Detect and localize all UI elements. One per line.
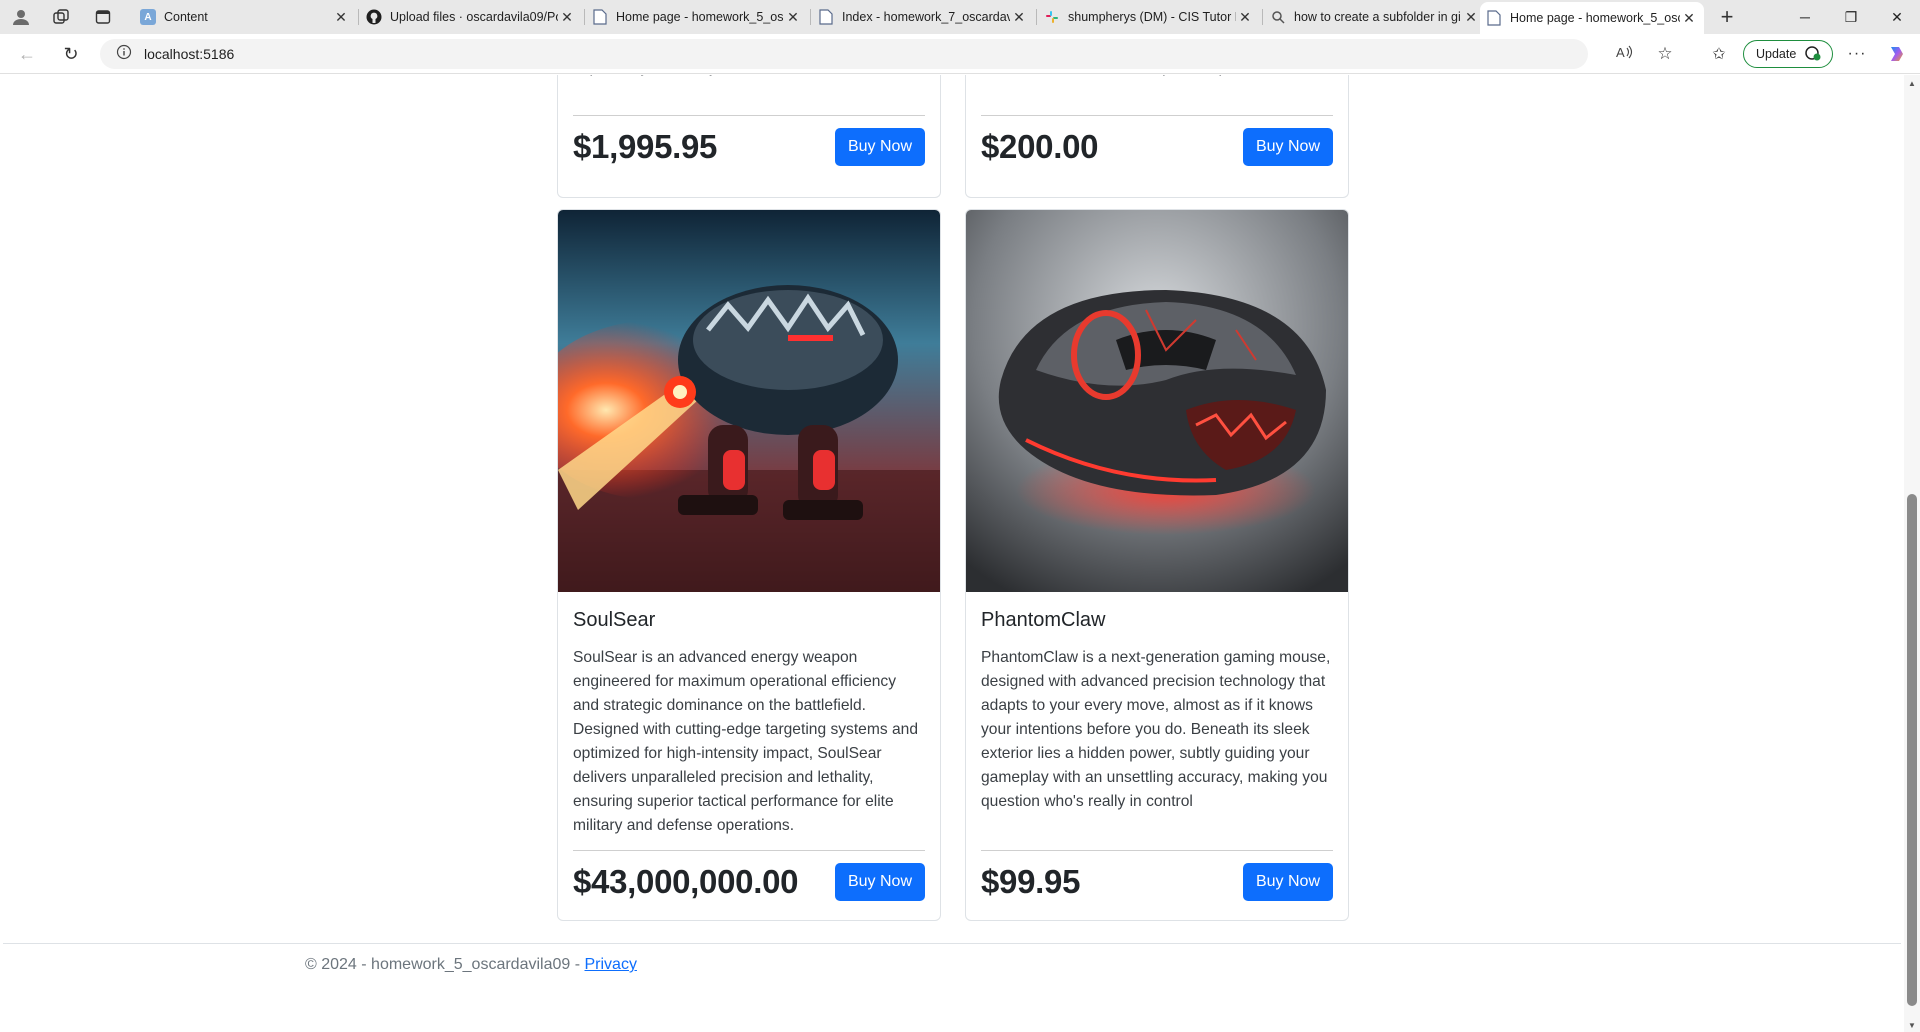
product-description: SoulSear is an advanced energy weapon en… [573, 649, 918, 834]
window-close-icon[interactable]: ✕ [1874, 0, 1920, 34]
product-description: thoughts as it weaves its influence into… [573, 75, 925, 101]
site-info-icon[interactable] [116, 44, 132, 65]
page-viewport: thoughts as it weaves its influence into… [0, 75, 1904, 1032]
product-title: PhantomClaw [981, 609, 1106, 631]
scrollbar-thumb[interactable] [1907, 494, 1917, 1006]
tab-actions-icon[interactable] [90, 5, 116, 29]
tab-home-page-active[interactable]: Home page - homework_5_osc ✕ [1480, 2, 1704, 34]
favorites-icon[interactable]: ✩ [1704, 40, 1734, 68]
page-footer: © 2024 - homework_5_oscardavila09 - Priv… [3, 943, 1901, 1032]
read-aloud-icon[interactable]: A [1616, 44, 1634, 65]
tab-github-upload[interactable]: Upload files · oscardavila09/Po ✕ [360, 2, 582, 32]
card-footer: $1,995.95 Buy Now [573, 115, 925, 177]
product-price: $99.95 [981, 862, 1081, 900]
product-image-soulsear [558, 210, 940, 592]
copilot-icon[interactable] [1882, 40, 1912, 68]
address-bar[interactable]: localhost:5186 A [100, 39, 1633, 69]
minimize-icon[interactable]: ─ [1782, 0, 1828, 34]
favorite-star-icon[interactable]: ☆ [1650, 40, 1680, 68]
close-icon[interactable]: ✕ [784, 9, 802, 26]
buy-now-button[interactable]: Buy Now [1243, 127, 1333, 166]
product-price: $1,995.95 [573, 127, 718, 165]
tab-search[interactable]: how to create a subfolder in gi ✕ [1264, 2, 1486, 32]
search-icon [1270, 9, 1286, 25]
buy-now-button[interactable]: Buy Now [1243, 862, 1333, 901]
page-icon [592, 9, 608, 25]
card-footer: $99.95 Buy Now [981, 850, 1333, 912]
tab-slack-dm[interactable]: shumpherys (DM) - CIS Tutor F ✕ [1038, 2, 1260, 32]
footer-text: © 2024 - homework_5_oscardavila09 - Priv… [305, 956, 637, 974]
page-icon [818, 9, 834, 25]
page-icon [1486, 10, 1502, 26]
tab-content[interactable]: A Content ✕ [134, 2, 356, 32]
tab-index[interactable]: Index - homework_7_oscardavi ✕ [812, 2, 1034, 32]
workspaces-icon[interactable] [48, 5, 74, 29]
product-card-soulsear: SoulSear SoulSear is an advanced energy … [557, 209, 941, 921]
card-footer: $43,000,000.00 Buy Now [573, 850, 925, 912]
github-icon [366, 9, 382, 25]
refresh-icon[interactable]: ↻ [56, 40, 86, 68]
azure-icon: A [140, 9, 156, 25]
close-icon[interactable]: ✕ [332, 9, 350, 26]
buy-now-button[interactable]: Buy Now [835, 127, 925, 166]
profile-icon[interactable] [8, 5, 34, 29]
close-icon[interactable]: ✕ [1010, 9, 1028, 26]
privacy-link[interactable]: Privacy [585, 956, 637, 973]
buy-now-button[interactable]: Buy Now [835, 862, 925, 901]
scroll-up-icon[interactable]: ▲ [1908, 79, 1916, 88]
new-tab-icon[interactable]: + [1714, 4, 1740, 29]
more-options-icon[interactable]: ··· [1842, 40, 1872, 68]
browser-toolbar: ← ↻ localhost:5186 A ☆ ✩ Update ··· [0, 34, 1920, 74]
close-icon[interactable]: ✕ [1236, 9, 1254, 26]
product-card: thoughts as it weaves its influence into… [557, 75, 941, 198]
restore-icon[interactable]: ❐ [1828, 0, 1874, 34]
close-icon[interactable]: ✕ [1680, 10, 1698, 27]
update-button[interactable]: Update [1743, 40, 1833, 68]
product-price: $200.00 [981, 127, 1099, 165]
copyright-text: © 2024 - homework_5_oscardavila09 - [305, 956, 585, 973]
product-card: weaves itself into your life, guiding yo… [965, 75, 1349, 198]
card-footer: $200.00 Buy Now [981, 115, 1333, 177]
tab-home-page-1[interactable]: Home page - homework_5_osc ✕ [586, 2, 808, 32]
svg-text:A: A [1616, 45, 1625, 60]
url-text: localhost:5186 [144, 46, 235, 62]
close-icon[interactable]: ✕ [558, 9, 576, 26]
product-description: PhantomClaw is a next-generation gaming … [981, 649, 1331, 810]
browser-tab-strip: A Content ✕ Upload files · oscardavila09… [0, 0, 1920, 34]
scroll-down-icon[interactable]: ▼ [1908, 1021, 1916, 1030]
product-image-phantomclaw [966, 210, 1348, 592]
product-description: weaves itself into your life, guiding yo… [981, 75, 1333, 101]
product-title: SoulSear [573, 609, 656, 631]
product-price: $43,000,000.00 [573, 862, 799, 900]
product-card-phantomclaw: PhantomClaw PhantomClaw is a next-genera… [965, 209, 1349, 921]
slack-icon [1044, 9, 1060, 25]
back-icon[interactable]: ← [12, 40, 42, 68]
close-icon[interactable]: ✕ [1462, 9, 1480, 26]
update-status-icon [1804, 45, 1822, 64]
